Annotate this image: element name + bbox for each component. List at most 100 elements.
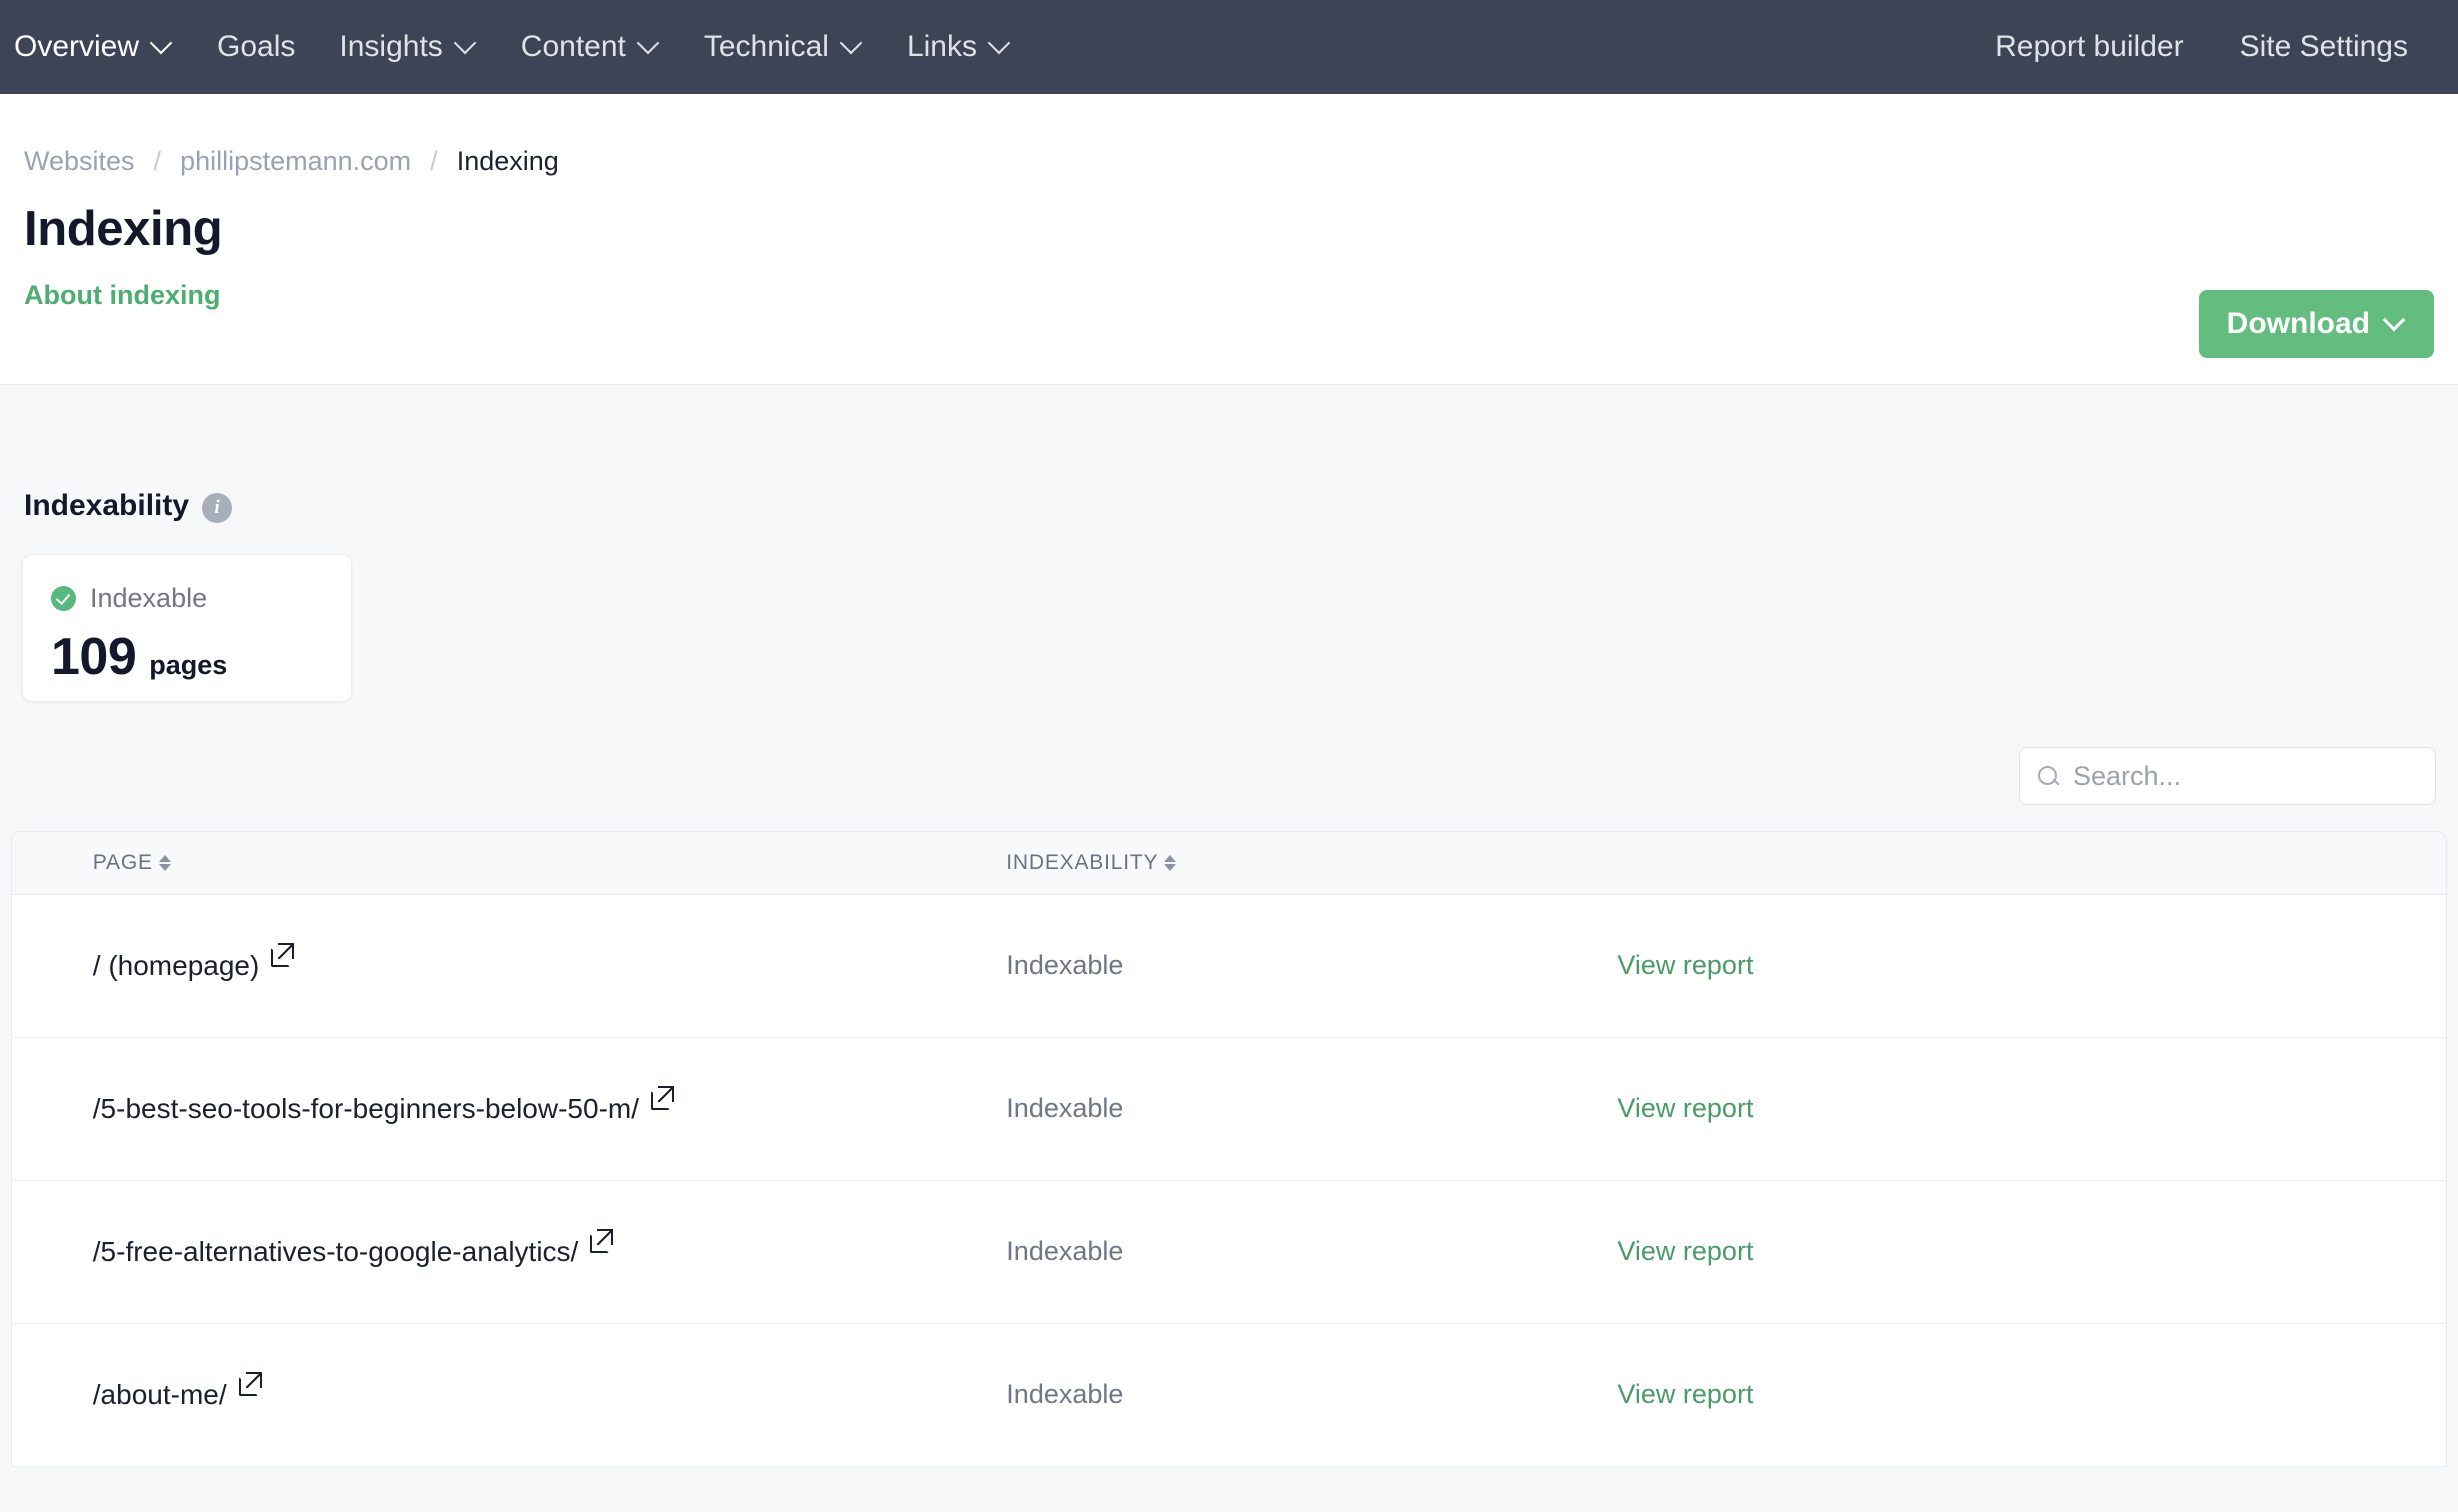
chevron-down-icon [2384, 310, 2406, 332]
about-indexing-link[interactable]: About indexing [24, 280, 2434, 311]
view-report-link[interactable]: View report [1617, 1379, 1753, 1409]
row-indexability-cell: Indexable [1006, 1323, 1617, 1466]
row-indexability-cell: Indexable [1006, 894, 1618, 1038]
page-url[interactable]: / (homepage) [93, 950, 260, 982]
row-action-cell: View report [1617, 1037, 2446, 1181]
breadcrumb: Websites / phillipstemann.com / Indexing [24, 94, 2434, 177]
chevron-down-icon [989, 33, 1011, 55]
header-indexability[interactable]: INDEXABILITY [1006, 832, 1618, 895]
indexability-value: Indexable [1006, 1379, 1124, 1410]
nav-item-technical[interactable]: Technical [682, 0, 885, 94]
breadcrumb-separator-1: / [153, 146, 162, 176]
main-content: Indexability i Indexable 109 pages Searc… [0, 385, 2458, 1512]
page-title: Indexing [24, 202, 223, 256]
table-header-row: PAGE INDEXABILITY [12, 832, 2446, 895]
download-button-label: Download [2226, 307, 2370, 340]
indexability-value: Indexable [1006, 950, 1124, 980]
nav-item-overview[interactable]: Overview [0, 0, 195, 94]
card-status-row: Indexable [51, 583, 351, 614]
header-page[interactable]: PAGE [92, 832, 1007, 895]
row-page-cell: /5-free-alternatives-to-google-analytics… [92, 1180, 1007, 1324]
nav-item-label: Content [520, 30, 626, 63]
row-status-cell [12, 894, 93, 1038]
nav-item-insights[interactable]: Insights [317, 0, 498, 94]
search-box[interactable] [2019, 747, 2436, 805]
external-link-icon[interactable] [271, 942, 295, 967]
nav-item-label: Report builder [1995, 30, 2184, 63]
header-page-label: PAGE [92, 850, 153, 874]
indexability-section-title: Indexability [24, 489, 190, 522]
row-page-cell: /about-me/ [93, 1323, 1007, 1466]
nav-item-label: Goals [217, 30, 296, 63]
breadcrumb-separator-2: / [430, 146, 438, 176]
row-status-cell [12, 1037, 93, 1181]
nav-item-label: Insights [339, 30, 443, 63]
chevron-down-icon [841, 33, 863, 55]
search-icon [2036, 764, 2061, 789]
breadcrumb-websites[interactable]: Websites [24, 146, 135, 177]
card-value-row: 109 pages [51, 627, 351, 687]
pages-table-container: PAGE INDEXABILITY / (homepage) Indexable V… [11, 831, 2447, 1467]
row-page-cell: /5-best-seo-tools-for-beginners-below-50… [92, 1037, 1007, 1181]
check-circle-icon [51, 586, 76, 611]
page-url[interactable]: /about-me/ [93, 1379, 227, 1411]
row-action-cell: View report [1617, 1180, 2446, 1324]
row-page-cell: / (homepage) [92, 894, 1007, 1038]
external-link-icon[interactable] [238, 1371, 262, 1396]
table-search-row [11, 702, 2447, 805]
card-unit: pages [149, 650, 228, 680]
nav-item-goals[interactable]: Goals [195, 0, 317, 94]
nav-item-report-builder[interactable]: Report builder [1967, 0, 2211, 94]
secondary-nav-group: Report builder Site Settings [1967, 0, 2436, 94]
table-body: / (homepage) Indexable View report/5-best-… [12, 894, 2446, 1466]
chevron-down-icon [455, 33, 477, 55]
chevron-down-icon [638, 33, 660, 55]
pages-table: PAGE INDEXABILITY / (homepage) Indexable V… [12, 832, 2446, 1466]
nav-item-label: Site Settings [2239, 30, 2408, 63]
table-row: / (homepage) Indexable View report [12, 894, 2446, 1038]
table-row: /5-best-seo-tools-for-beginners-below-50… [12, 1037, 2446, 1181]
row-action-cell: View report [1617, 1323, 2446, 1466]
search-input[interactable] [2073, 760, 2419, 792]
indexability-value: Indexable [1006, 1093, 1124, 1123]
row-status-cell [12, 1180, 93, 1324]
nav-item-label: Overview [14, 30, 140, 63]
table-head: PAGE INDEXABILITY [12, 832, 2446, 895]
chevron-down-icon [151, 33, 173, 55]
indexability-value: Indexable [1006, 1236, 1124, 1266]
card-status-label: Indexable [90, 583, 208, 613]
breadcrumb-current: Indexing [456, 146, 559, 176]
nav-item-content[interactable]: Content [499, 0, 682, 94]
header-status [12, 832, 93, 895]
indexable-metric-card: Indexable 109 pages [22, 554, 352, 702]
page-url[interactable]: /5-free-alternatives-to-google-analytics… [93, 1236, 579, 1268]
nav-item-label: Technical [703, 30, 829, 63]
view-report-link[interactable]: View report [1617, 1093, 1753, 1123]
row-indexability-cell: Indexable [1006, 1037, 1618, 1181]
indexability-section-header: Indexability i [11, 385, 2447, 523]
title-row: Indexing [24, 202, 2434, 256]
sort-icon-indexability[interactable] [1164, 854, 1177, 871]
nav-item-links[interactable]: Links [885, 0, 1033, 94]
external-link-icon[interactable] [651, 1085, 674, 1110]
primary-nav-group: Overview Goals Insights Content Technical Lin… [0, 0, 1033, 94]
sort-icon-page[interactable] [158, 854, 171, 871]
view-report-link[interactable]: View report [1617, 1236, 1753, 1266]
info-icon[interactable]: i [202, 493, 233, 523]
row-status-cell [12, 1323, 93, 1466]
table-row: /about-me/Indexable View report [12, 1323, 2446, 1466]
header-indexability-label: INDEXABILITY [1006, 850, 1159, 874]
nav-item-site-settings[interactable]: Site Settings [2212, 0, 2436, 94]
breadcrumb-site[interactable]: phillipstemann.com [180, 146, 411, 177]
view-report-link[interactable]: View report [1617, 950, 1753, 980]
table-row: /5-free-alternatives-to-google-analytics… [12, 1180, 2446, 1324]
page-url[interactable]: /5-best-seo-tools-for-beginners-below-50… [93, 1093, 639, 1125]
download-button[interactable]: Download [2198, 290, 2434, 358]
row-indexability-cell: Indexable [1006, 1180, 1618, 1324]
row-action-cell: View report [1617, 894, 2446, 1038]
top-navigation-bar: Overview Goals Insights Content Technical Lin… [0, 0, 2458, 94]
page-header: Websites / phillipstemann.com / Indexing… [0, 94, 2458, 385]
external-link-icon[interactable] [590, 1228, 614, 1253]
nav-item-label: Links [906, 30, 977, 63]
header-action [1617, 832, 2446, 895]
